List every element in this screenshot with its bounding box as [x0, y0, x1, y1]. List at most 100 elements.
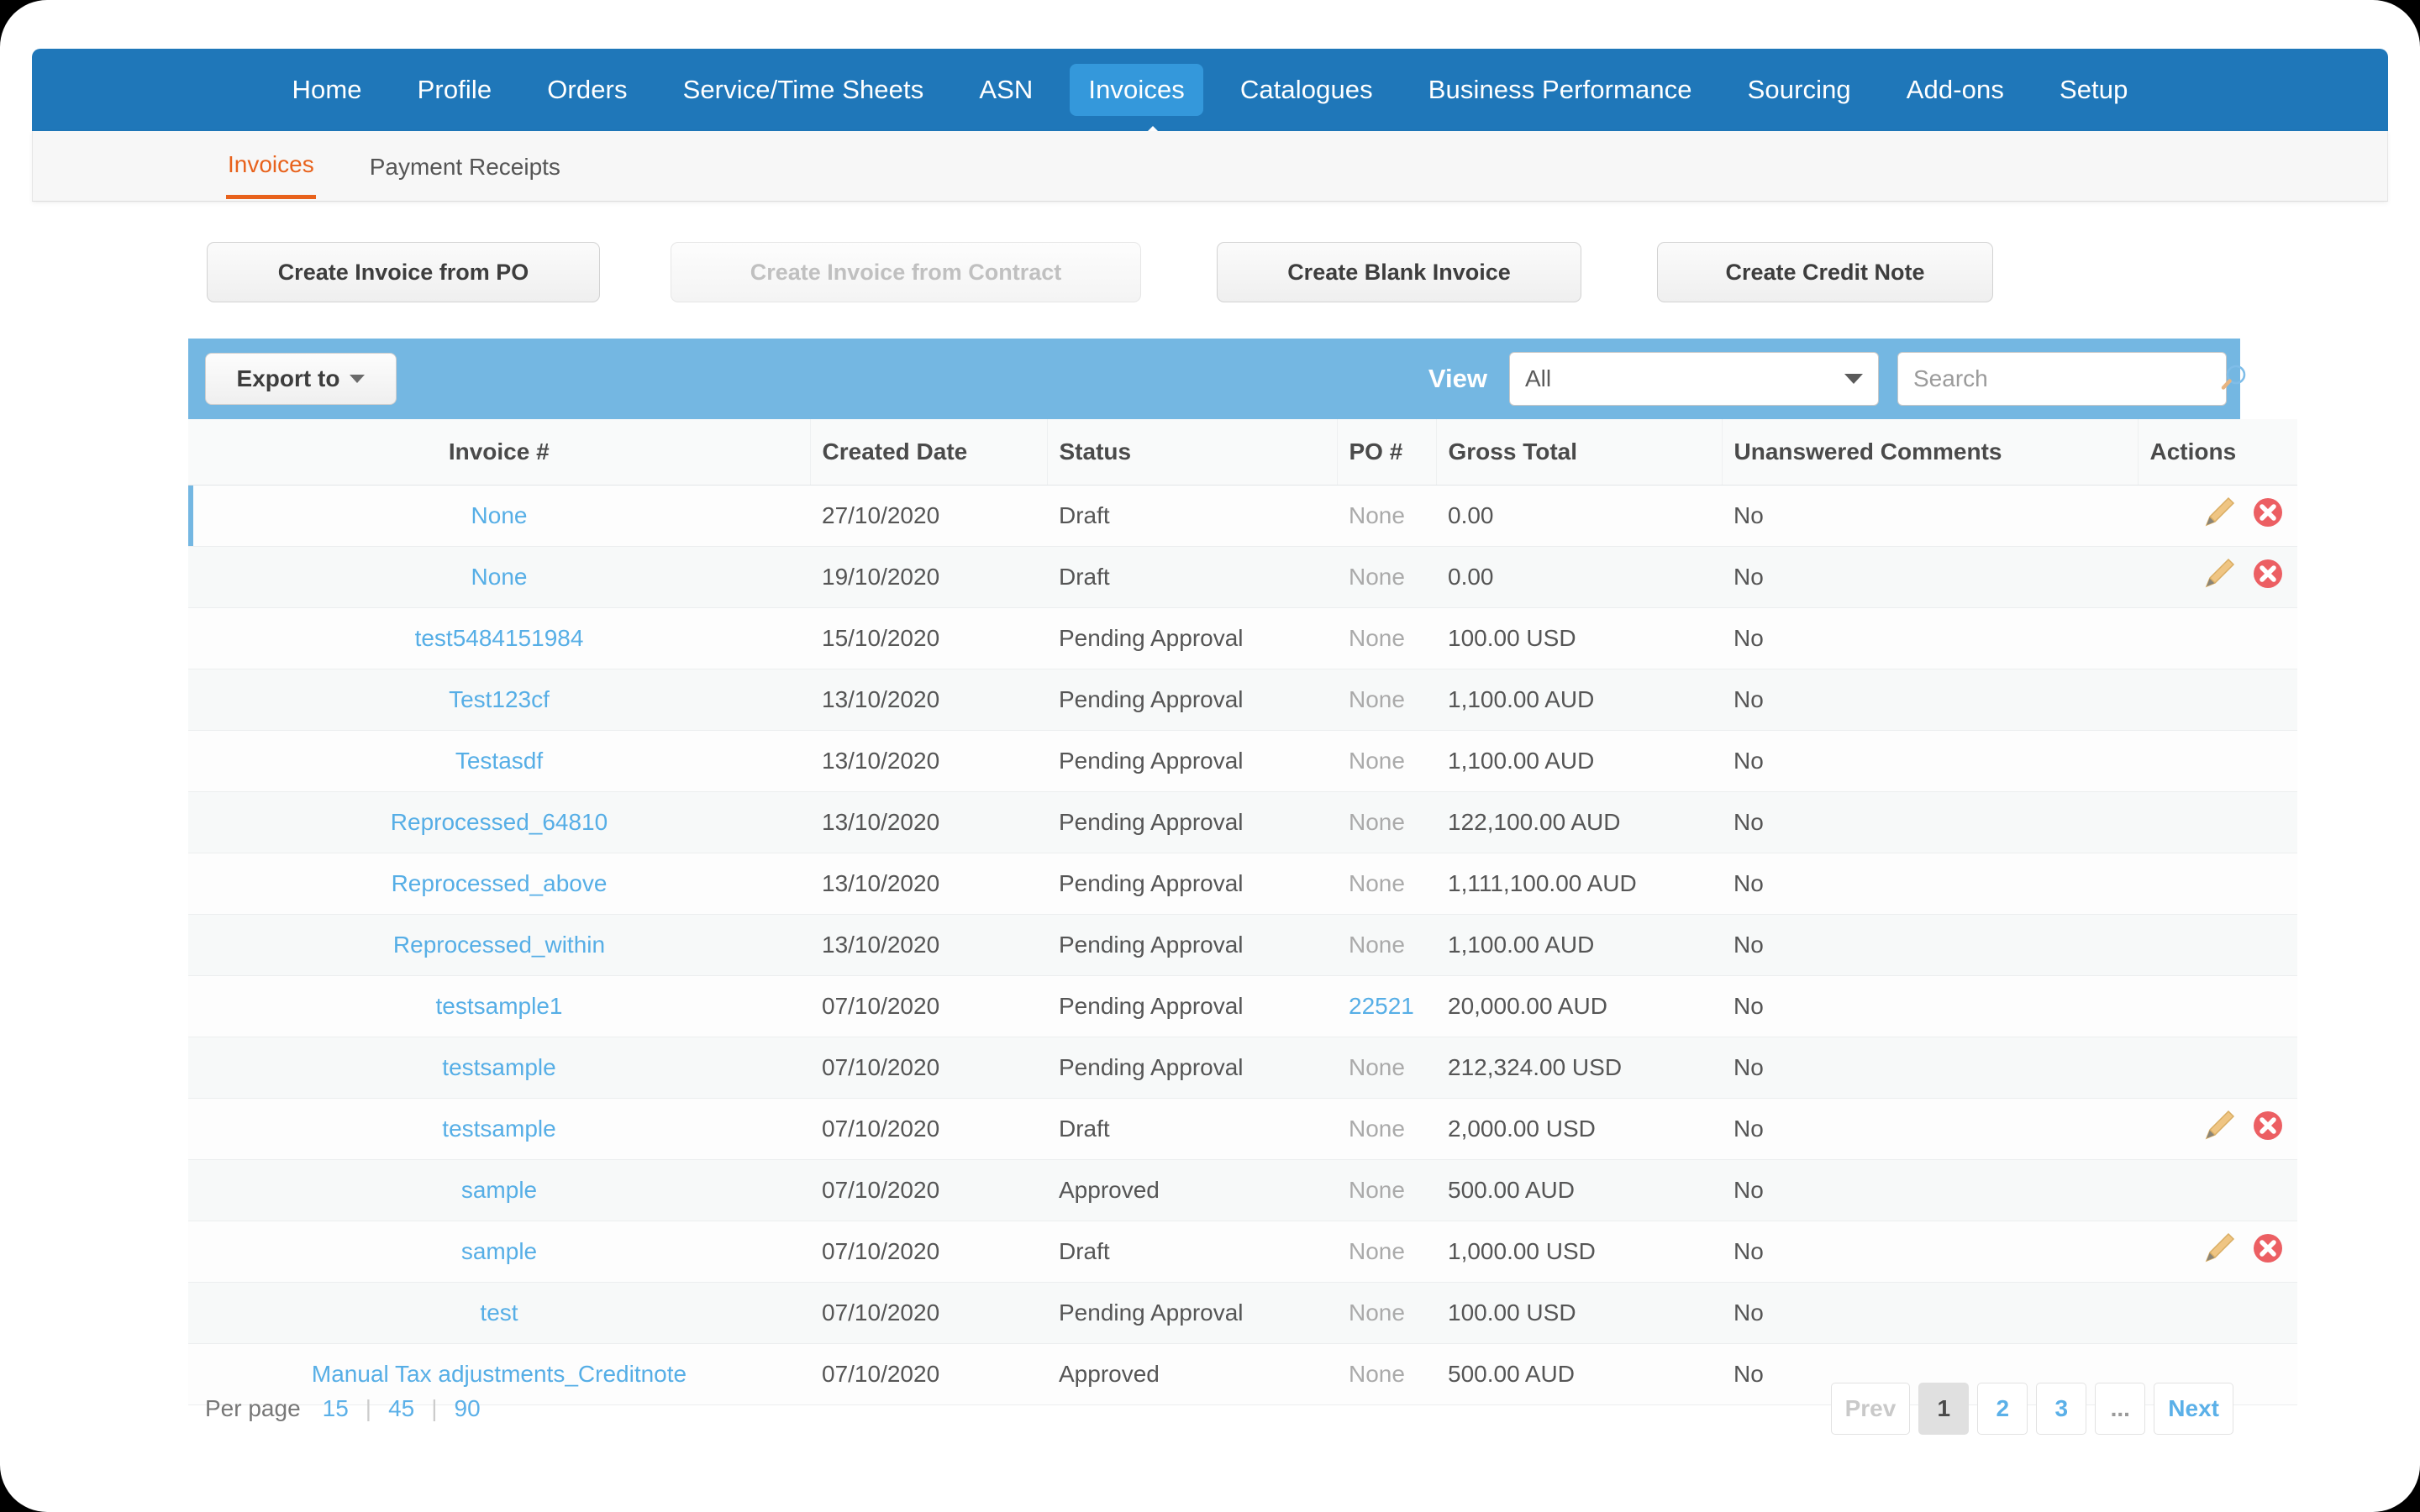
po-number-link[interactable]: 22521	[1349, 993, 1414, 1019]
table-row[interactable]: testsample1 07/10/2020 Pending Approval 225…	[188, 975, 2297, 1037]
table-row[interactable]: Reprocessed_64810 13/10/2020 Pending Appro…	[188, 791, 2297, 853]
table-row[interactable]: Reprocessed_above 13/10/2020 Pending Appro…	[188, 853, 2297, 915]
invoice-number-link[interactable]: sample	[461, 1238, 537, 1264]
nav-item-service-time-sheets[interactable]: Service/Time Sheets	[665, 64, 943, 116]
row-action-buttons	[2202, 495, 2286, 530]
nav-item-catalogues[interactable]: Catalogues	[1222, 64, 1392, 116]
table-row[interactable]: sample 07/10/2020 Draft None 1,000.00 USD No	[188, 1221, 2297, 1283]
column-header-status[interactable]: Status	[1047, 419, 1338, 486]
row-actions-empty	[2285, 645, 2286, 646]
nav-item-sourcing[interactable]: Sourcing	[1729, 64, 1870, 116]
table-row[interactable]: None 27/10/2020 Draft None 0.00 No	[188, 485, 2297, 547]
per-page-option-15[interactable]: 15	[319, 1395, 352, 1422]
row-actions-empty	[2285, 952, 2286, 953]
nav-item-invoices[interactable]: Invoices	[1070, 64, 1203, 116]
subnav-item-invoices[interactable]: Invoices	[226, 133, 316, 199]
invoice-number-link[interactable]: None	[471, 564, 528, 590]
subnav-item-payment-receipts[interactable]: Payment Receipts	[368, 135, 562, 197]
cell-po-number: None	[1337, 730, 1436, 792]
view-filter-select[interactable]: All	[1509, 352, 1879, 406]
cell-gross-total: 0.00	[1436, 546, 1722, 608]
invoice-number-link[interactable]: test5484151984	[415, 625, 584, 651]
pagination-page-2[interactable]: 2	[1977, 1383, 2028, 1435]
nav-item-add-ons[interactable]: Add-ons	[1888, 64, 2023, 116]
per-page-label: Per page	[205, 1395, 301, 1421]
invoice-action-buttons: Create Invoice from PO Create Invoice fr…	[207, 242, 1993, 302]
cell-actions	[2138, 914, 2297, 976]
cell-invoice-number: Test123cf	[188, 669, 810, 731]
table-toolbar: Export to View All	[188, 339, 2246, 419]
invoice-number-link[interactable]: None	[471, 502, 528, 528]
search-input[interactable]	[1913, 365, 2217, 392]
cell-po-number: None	[1337, 607, 1436, 669]
invoice-number-link[interactable]: testsample	[442, 1116, 555, 1142]
delete-icon[interactable]	[2250, 1108, 2286, 1143]
column-header-invoice[interactable]: Invoice #	[188, 419, 811, 486]
table-row[interactable]: Reprocessed_within 13/10/2020 Pending Appr…	[188, 914, 2297, 976]
nav-item-asn[interactable]: ASN	[960, 64, 1051, 116]
per-page-option-90[interactable]: 90	[451, 1395, 484, 1422]
invoice-number-link[interactable]: test	[480, 1299, 518, 1326]
cell-created-date: 07/10/2020	[810, 1282, 1047, 1344]
column-header-po[interactable]: PO #	[1337, 419, 1437, 486]
table-row[interactable]: sample 07/10/2020 Approved None 500.00 AUD No	[188, 1159, 2297, 1221]
per-page-separator: |	[365, 1395, 372, 1421]
search-icon[interactable]	[2217, 362, 2250, 396]
search-box[interactable]	[1897, 352, 2246, 406]
pencil-icon[interactable]	[2202, 495, 2237, 530]
pagination-ellipsis[interactable]: ...	[2095, 1383, 2146, 1435]
pencil-icon[interactable]	[2202, 1231, 2237, 1266]
cell-unanswered-comments: No	[1722, 485, 2138, 547]
pagination-next-button[interactable]: Next	[2154, 1383, 2233, 1435]
nav-item-setup[interactable]: Setup	[2041, 64, 2147, 116]
pencil-icon[interactable]	[2202, 556, 2237, 591]
nav-item-home[interactable]: Home	[274, 64, 381, 116]
table-row[interactable]: Test123cf 13/10/2020 Pending Approval None 1…	[188, 669, 2297, 731]
column-header-created-date[interactable]: Created Date	[810, 419, 1048, 486]
invoice-number-link[interactable]: Reprocessed_within	[393, 932, 605, 958]
table-row[interactable]: None 19/10/2020 Draft None 0.00 No	[188, 546, 2297, 608]
cell-actions	[2138, 1282, 2297, 1344]
cell-unanswered-comments: No	[1722, 1282, 2138, 1344]
delete-icon[interactable]	[2250, 556, 2286, 591]
row-actions-empty	[2285, 706, 2286, 707]
invoice-number-link[interactable]: sample	[461, 1177, 537, 1203]
cell-invoice-number: testsample	[188, 1037, 810, 1099]
cell-unanswered-comments: No	[1722, 1221, 2138, 1283]
nav-item-profile[interactable]: Profile	[399, 64, 511, 116]
per-page-option-45[interactable]: 45	[385, 1395, 418, 1422]
delete-icon[interactable]	[2250, 1231, 2286, 1266]
cell-gross-total: 1,100.00 AUD	[1436, 669, 1722, 731]
delete-icon[interactable]	[2250, 495, 2286, 530]
pagination-page-1[interactable]: 1	[1918, 1383, 1970, 1435]
invoice-number-link[interactable]: Test123cf	[449, 686, 550, 712]
cell-invoice-number: Reprocessed_within	[188, 914, 810, 976]
cell-status: Pending Approval	[1047, 1037, 1337, 1099]
nav-item-business-performance[interactable]: Business Performance	[1410, 64, 1711, 116]
table-row[interactable]: test 07/10/2020 Pending Approval None 100.00…	[188, 1282, 2297, 1344]
export-to-button[interactable]: Export to	[205, 353, 397, 405]
invoice-number-link[interactable]: Testasdf	[455, 748, 543, 774]
table-row[interactable]: testsample 07/10/2020 Draft None 2,000.00 US…	[188, 1098, 2297, 1160]
table-row[interactable]: testsample 07/10/2020 Pending Approval None…	[188, 1037, 2297, 1099]
row-actions-empty	[2285, 829, 2286, 830]
create-credit-note-button[interactable]: Create Credit Note	[1657, 242, 1993, 302]
invoice-number-link[interactable]: Reprocessed_above	[392, 870, 608, 896]
cell-po-number: None	[1337, 546, 1436, 608]
column-header-gross-total[interactable]: Gross Total	[1436, 419, 1723, 486]
create-invoice-from-po-button[interactable]: Create Invoice from PO	[207, 242, 600, 302]
invoice-number-link[interactable]: testsample	[442, 1054, 555, 1080]
table-row[interactable]: Testasdf 13/10/2020 Pending Approval None 1,…	[188, 730, 2297, 792]
invoice-number-link[interactable]: Reprocessed_64810	[391, 809, 608, 835]
column-header-unanswered-comments[interactable]: Unanswered Comments	[1722, 419, 2139, 486]
invoice-number-link[interactable]: testsample1	[436, 993, 563, 1019]
table-row[interactable]: test5484151984 15/10/2020 Pending Approval…	[188, 607, 2297, 669]
cell-gross-total: 20,000.00 AUD	[1436, 975, 1722, 1037]
create-blank-invoice-button[interactable]: Create Blank Invoice	[1217, 242, 1581, 302]
pagination-page-3[interactable]: 3	[2036, 1383, 2087, 1435]
row-action-buttons	[2202, 1231, 2286, 1266]
cell-created-date: 19/10/2020	[810, 546, 1047, 608]
pencil-icon[interactable]	[2202, 1108, 2237, 1143]
nav-item-orders[interactable]: Orders	[529, 64, 645, 116]
cell-po-number: None	[1337, 1037, 1436, 1099]
